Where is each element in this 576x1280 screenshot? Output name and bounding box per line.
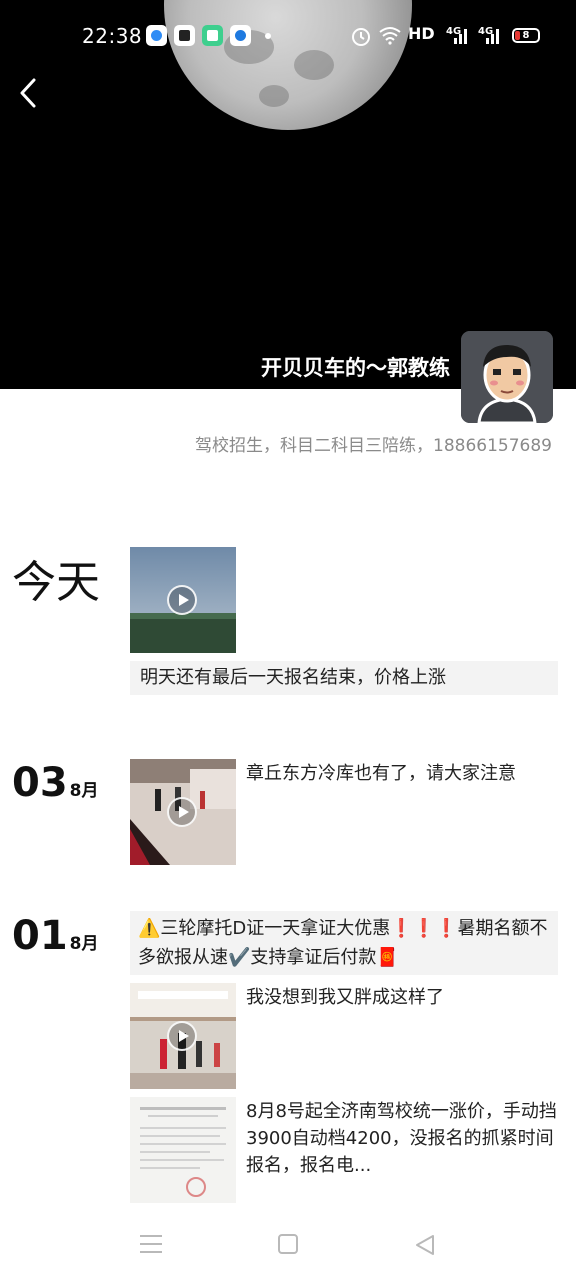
date-day: 03 xyxy=(12,760,68,806)
wifi-icon xyxy=(379,27,401,45)
nav-back-button[interactable] xyxy=(413,1233,437,1257)
post-text: 明天还有最后一天报名结束，价格上涨 xyxy=(140,667,446,688)
post-text[interactable]: 章丘东方冷库也有了，请大家注意 xyxy=(246,760,558,787)
chevron-left-icon xyxy=(20,78,36,108)
triangle-back-icon xyxy=(416,1235,434,1255)
play-icon xyxy=(167,1021,197,1051)
signal-icon xyxy=(486,29,499,44)
timeline-date-today: 今天 xyxy=(12,557,100,608)
notification-app-icon xyxy=(202,25,223,46)
timeline-date: 01 8月 xyxy=(12,913,99,959)
play-icon xyxy=(167,797,197,827)
notification-app-icon xyxy=(174,25,195,46)
status-bar: 22:38 HD 4G 4G 8 xyxy=(0,0,576,72)
date-day: 01 xyxy=(12,913,68,959)
image-thumbnail[interactable] xyxy=(130,1097,236,1203)
back-button[interactable] xyxy=(14,76,44,110)
notification-app-icon xyxy=(146,25,167,46)
video-thumbnail[interactable] xyxy=(130,983,236,1089)
alarm-icon xyxy=(352,28,370,46)
date-month: 8月 xyxy=(69,781,99,801)
text-post[interactable]: 明天还有最后一天报名结束，价格上涨 xyxy=(130,661,558,695)
timeline-date: 03 8月 xyxy=(12,760,99,806)
post-text: ⚠️三轮摩托D证一天拿证大优惠❗❗❗暑期名额不多欲报从速✔️支持拿证后付款🧧 xyxy=(138,918,548,968)
signal-icon xyxy=(454,29,467,44)
hd-indicator: HD xyxy=(408,24,435,43)
document-photo-image xyxy=(130,1097,236,1203)
post-text[interactable]: 我没想到我又胖成这样了 xyxy=(246,984,558,1011)
status-time: 22:38 xyxy=(82,24,143,48)
more-notifications-dot xyxy=(265,33,271,39)
recent-apps-button[interactable] xyxy=(140,1235,162,1253)
battery-indicator: 8 xyxy=(512,28,540,43)
date-month: 8月 xyxy=(69,934,99,954)
avatar[interactable] xyxy=(461,331,553,423)
text-post[interactable]: ⚠️三轮摩托D证一天拿证大优惠❗❗❗暑期名额不多欲报从速✔️支持拿证后付款🧧 xyxy=(130,911,558,975)
notification-app-icon xyxy=(230,25,251,46)
profile-signature: 驾校招生，科目二科目三陪练，18866157689 xyxy=(195,436,552,456)
home-button[interactable] xyxy=(278,1234,298,1254)
video-thumbnail[interactable] xyxy=(130,547,236,653)
video-thumbnail[interactable] xyxy=(130,759,236,865)
post-text[interactable]: 8月8号起全济南驾校统一涨价，手动挡3900自动档4200，没报名的抓紧时间报名… xyxy=(246,1098,558,1179)
play-icon xyxy=(167,585,197,615)
profile-name: 开贝贝车的～郭教练 xyxy=(261,356,450,380)
avatar-cartoon-image xyxy=(461,331,553,423)
